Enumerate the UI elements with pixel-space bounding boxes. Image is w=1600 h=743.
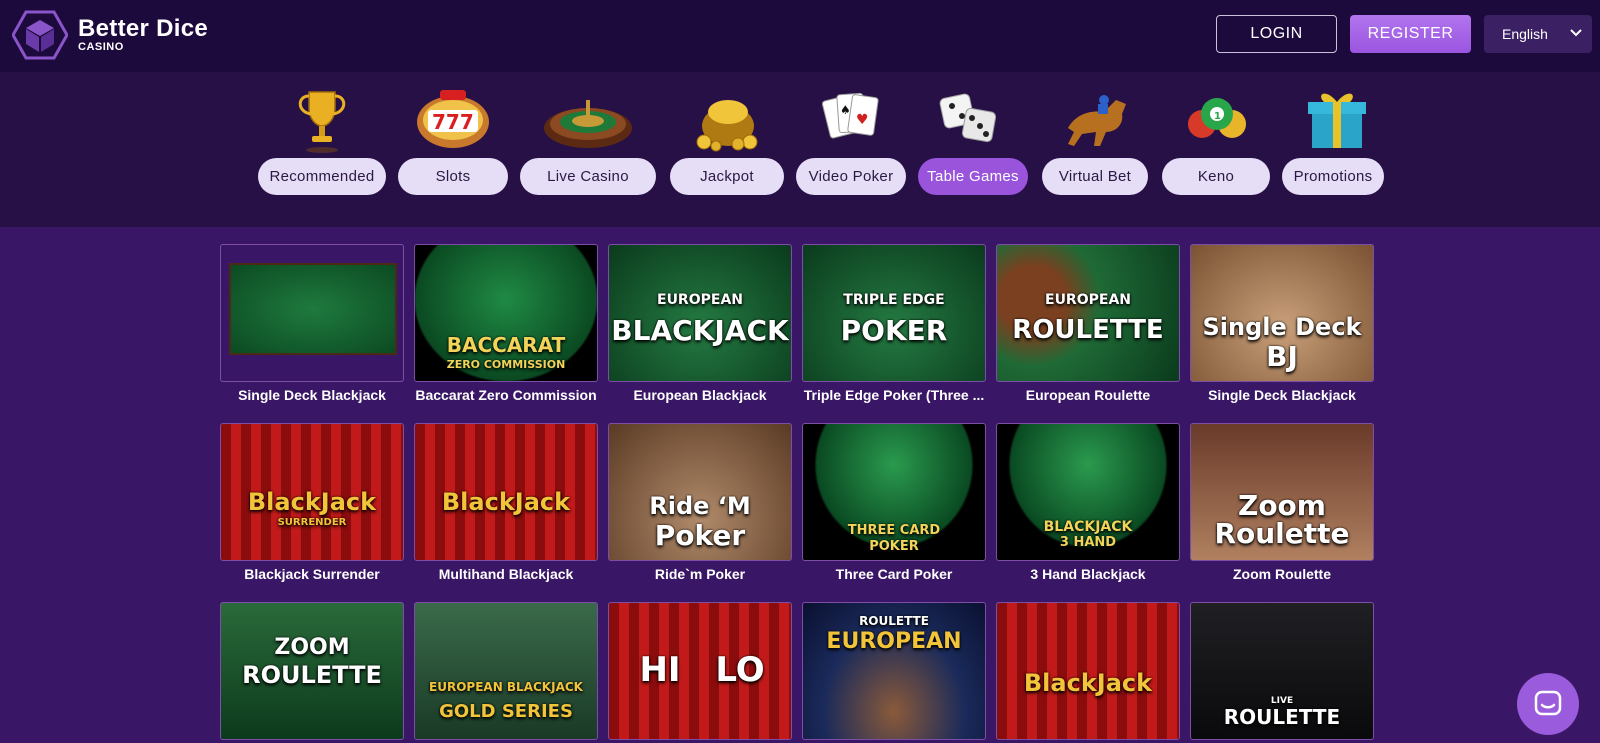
language-value: English [1502,26,1548,42]
game-thumbnail: TRIPLE EDGE POKER [802,244,986,382]
game-thumbnail: THREE CARD POKER [802,423,986,561]
game-thumbnail: LIVE ROULETTE [1190,602,1374,740]
playing-cards-icon: ♥ ♠ [821,92,879,139]
category-label: Table Games [918,158,1028,195]
game-thumbnail: HI LO [608,602,792,740]
game-thumbnail: EUROPEAN ROULETTE [996,244,1180,382]
game-thumbnail: BlackJack [996,602,1180,740]
category-label: Slots [398,158,508,195]
game-title: Three Card Poker [835,566,953,582]
top-header: Better Dice CASINO LOGIN REGISTER Englis… [0,0,1600,72]
svg-text:777: 777 [432,110,474,134]
game-title: Single Deck Blackjack [1208,387,1356,403]
game-title: Multihand Blackjack [438,566,574,582]
category-label: Live Casino [520,158,656,195]
svg-text:1: 1 [1214,111,1221,122]
game-thumbnail: EUROPEAN BLACKJACK GOLD SERIES [414,602,598,740]
gift-box-icon [1308,93,1366,148]
chat-launcher-button[interactable] [1517,673,1579,735]
category-label: Recommended [258,158,386,195]
game-thumbnail [220,244,404,382]
chevron-down-icon [1570,29,1582,37]
game-title: Single Deck Blackjack [238,387,386,403]
slot-machine-icon: 777 [417,90,489,148]
game-thumbnail: Single Deck BJ [1190,244,1374,382]
login-button[interactable]: LOGIN [1216,15,1337,53]
game-title: Zoom Roulette [1233,566,1331,582]
category-label: Promotions [1282,158,1384,195]
game-thumbnail: ROULETTE EUROPEAN [802,602,986,740]
brand-logo[interactable]: Better Dice CASINO [12,10,208,60]
game-title: 3 Hand Blackjack [1030,566,1146,582]
brand-name: Better Dice [78,15,209,42]
dice-icon [939,93,997,143]
chat-bubble-icon [1534,690,1562,716]
category-label: Video Poker [796,158,906,195]
racehorse-icon [1068,95,1126,146]
gold-coins-icon [696,100,758,152]
category-label: Keno [1162,158,1270,195]
game-thumbnail: BlackJack [414,423,598,561]
svg-text:♥: ♥ [856,112,869,128]
game-title: Ride`m Poker [654,566,746,582]
dice-logo-icon [12,10,68,60]
brand-subtitle: CASINO [78,41,124,53]
game-thumbnail: BlackJack SURRENDER [220,423,404,561]
games-grid: Single Deck Blackjack BACCARAT ZERO COMM… [0,227,1600,743]
game-title: Triple Edge Poker (Three ... [803,387,985,403]
category-label: Virtual Bet [1042,158,1148,195]
game-title: European Blackjack [633,387,767,403]
game-title: Blackjack Surrender [244,566,380,582]
game-thumbnail: ZOOM ROULETTE [220,602,404,740]
category-label: Jackpot [670,158,784,195]
language-select[interactable]: English [1484,15,1592,53]
game-thumbnail: BLACKJACK 3 HAND [996,423,1180,561]
roulette-wheel-icon [544,100,632,148]
lottery-balls-icon: 1 [1188,98,1246,138]
trophy-icon [298,91,346,153]
game-thumbnail: EUROPEAN BLACKJACK [608,244,792,382]
svg-text:♠: ♠ [840,103,851,117]
game-thumbnail: Zoom Roulette [1190,423,1374,561]
game-thumbnail: Ride ‘M Poker [608,423,792,561]
category-nav: Recommended 777 Slots Live Casino Jackpo… [0,72,1600,227]
game-title: Baccarat Zero Commission [415,387,597,403]
game-thumbnail: BACCARAT ZERO COMMISSION [414,244,598,382]
game-title: European Roulette [1025,387,1151,403]
register-button[interactable]: REGISTER [1350,15,1471,53]
